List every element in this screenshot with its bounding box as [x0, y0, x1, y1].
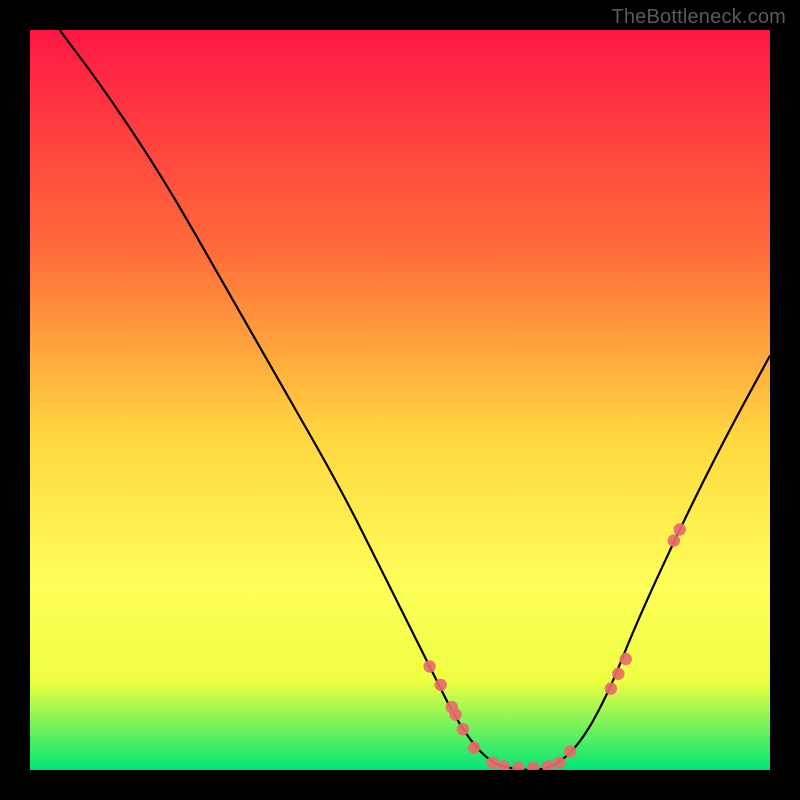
scatter-point — [486, 756, 498, 768]
scatter-point — [674, 523, 686, 535]
scatter-point — [553, 756, 565, 768]
scatter-point — [564, 745, 576, 757]
scatter-point — [612, 668, 624, 680]
scatter-point — [468, 742, 480, 754]
scatter-point — [449, 708, 461, 720]
watermark-text: TheBottleneck.com — [611, 6, 786, 29]
scatter-point — [457, 723, 469, 735]
chart-svg — [30, 30, 770, 770]
scatter-point — [605, 682, 617, 694]
chart-plot-area — [30, 30, 770, 770]
chart-background — [30, 30, 770, 770]
scatter-point — [668, 534, 680, 546]
scatter-point — [423, 660, 435, 672]
scatter-point — [620, 653, 632, 665]
scatter-point — [435, 679, 447, 691]
